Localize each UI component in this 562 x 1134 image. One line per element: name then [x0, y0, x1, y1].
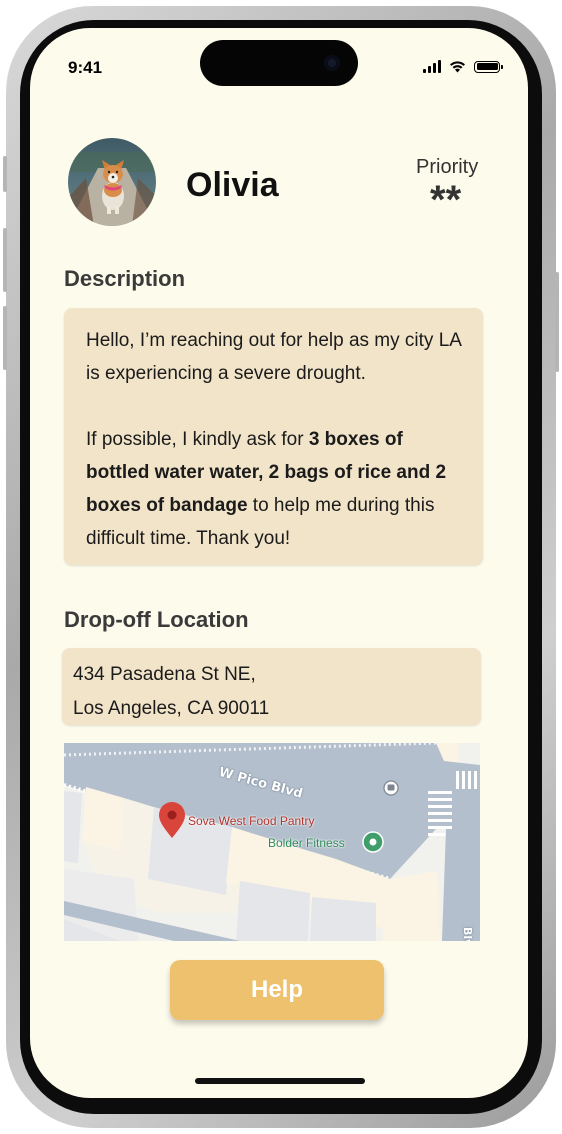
- action-button: [3, 156, 7, 192]
- dropoff-address-card[interactable]: 434 Pasadena St NE, Los Angeles, CA 9001…: [62, 648, 481, 725]
- priority-value: **: [430, 178, 462, 222]
- cellular-signal-icon: [423, 60, 441, 73]
- address-line-2: Los Angeles, CA 90011: [73, 698, 270, 719]
- screen: 9:41 Olivia Priority ** Description Hell…: [30, 28, 528, 1098]
- poi-label-food-pantry[interactable]: Sova West Food Pantry: [188, 814, 315, 828]
- map-view[interactable]: W Pico Blvd Blvd Sova West Food Pantry B…: [64, 743, 480, 941]
- avatar[interactable]: [68, 138, 156, 226]
- description-paragraph-1: Hello, I’m reaching out for help as my c…: [86, 330, 461, 384]
- map-side-street-label: Blvd: [461, 927, 474, 941]
- request-intro-text: If possible, I kindly ask for: [86, 429, 309, 450]
- address-line-1: 434 Pasadena St NE,: [73, 664, 256, 685]
- description-paragraph-2: If possible, I kindly ask for 3 boxes of…: [86, 423, 463, 555]
- volume-down-button: [3, 306, 7, 370]
- volume-up-button: [3, 228, 7, 292]
- poi-label-bolder-fitness[interactable]: Bolder Fitness: [268, 836, 345, 850]
- status-time: 9:41: [68, 58, 103, 77]
- description-heading: Description: [64, 266, 186, 291]
- dropoff-heading: Drop-off Location: [64, 607, 249, 632]
- wifi-icon: [450, 61, 465, 73]
- power-button: [555, 272, 559, 372]
- dynamic-island: [200, 40, 358, 86]
- battery-icon: [474, 60, 503, 73]
- description-card: Hello, I’m reaching out for help as my c…: [64, 308, 483, 565]
- priority-label: Priority: [416, 156, 479, 178]
- corgi-photo: [68, 138, 156, 226]
- status-icons: [423, 60, 503, 73]
- help-button[interactable]: Help: [170, 960, 384, 1020]
- requester-name: Olivia: [186, 166, 279, 204]
- camera-icon: [324, 55, 340, 71]
- home-indicator[interactable]: [195, 1078, 365, 1084]
